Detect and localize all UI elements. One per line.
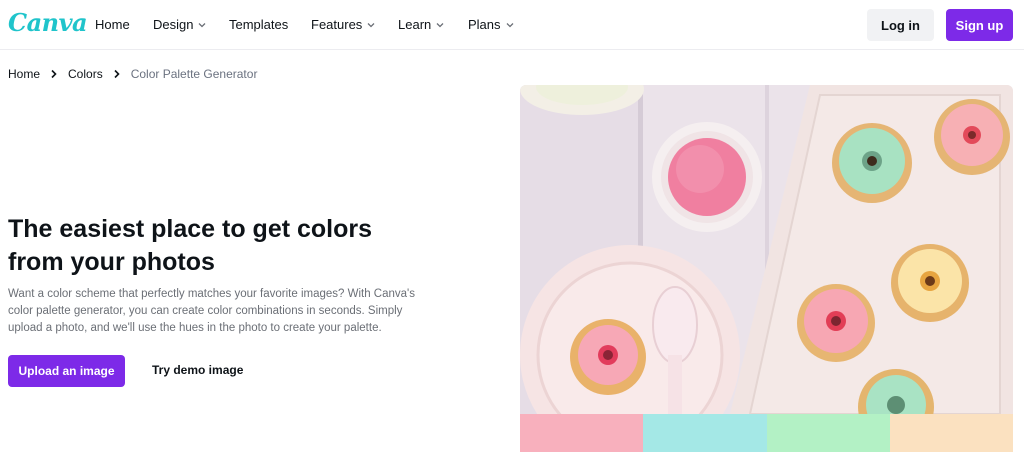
chevron-down-icon — [367, 22, 375, 27]
palette-swatch-4[interactable] — [889, 414, 1013, 452]
breadcrumb-home[interactable]: Home — [8, 67, 40, 81]
nav-design[interactable]: Design — [153, 17, 207, 32]
color-palette — [520, 414, 1013, 452]
nav-plans[interactable]: Plans — [468, 17, 515, 32]
login-button[interactable]: Log in — [867, 9, 934, 41]
chevron-down-icon — [199, 22, 206, 27]
donuts-photo — [520, 85, 1013, 414]
nav-plans-label: Plans — [468, 17, 501, 32]
nav-learn-label: Learn — [398, 17, 432, 32]
nav-learn[interactable]: Learn — [398, 17, 445, 32]
palette-swatch-3[interactable] — [766, 414, 890, 452]
nav-home-label: Home — [95, 17, 130, 32]
breadcrumb-current: Color Palette Generator — [130, 67, 258, 81]
top-navigation: Canva Home Design Templates Features Lea… — [0, 0, 1024, 50]
palette-swatch-2[interactable] — [643, 414, 767, 452]
hero-description: Want a color scheme that perfectly match… — [8, 288, 415, 334]
palette-swatch-1[interactable] — [520, 414, 644, 452]
nav-templates[interactable]: Templates — [229, 17, 288, 32]
nav-features-label: Features — [311, 17, 363, 32]
canva-logo[interactable]: Canva — [8, 8, 88, 37]
breadcrumb-colors[interactable]: Colors — [68, 67, 103, 81]
breadcrumb: Home Colors Color Palette Generator — [8, 67, 257, 81]
upload-image-button[interactable]: Upload an image — [8, 355, 125, 387]
chevron-down-icon — [436, 22, 444, 27]
chevron-down-icon — [506, 22, 513, 27]
chevron-right-icon — [114, 69, 120, 79]
signup-button[interactable]: Sign up — [946, 9, 1013, 41]
nav-design-label: Design — [153, 17, 194, 32]
nav-templates-label: Templates — [229, 17, 289, 32]
chevron-right-icon — [51, 69, 57, 79]
hero-title: The easiest place to get colors from you… — [8, 215, 373, 276]
try-demo-image-link[interactable]: Try demo image — [152, 363, 243, 377]
nav-home[interactable]: Home — [95, 17, 130, 32]
nav-features[interactable]: Features — [311, 17, 376, 32]
